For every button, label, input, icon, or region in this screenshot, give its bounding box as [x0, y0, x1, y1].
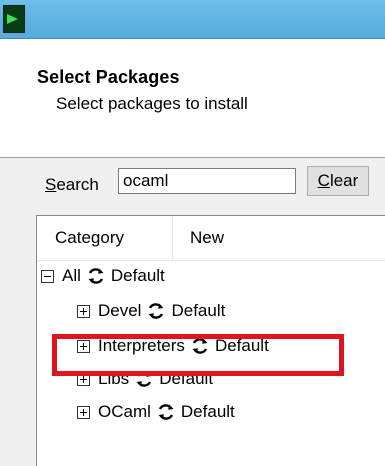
package-selection-area: Search Clear Category New All Default De… [0, 158, 385, 466]
terminal-icon [3, 5, 25, 33]
window-titlebar [0, 0, 385, 39]
search-label: Search [45, 175, 99, 195]
expand-icon[interactable] [77, 405, 90, 419]
clear-button-mnemonic: C [317, 171, 330, 190]
category-name: OCaml [98, 402, 151, 421]
cycle-arrows-icon[interactable] [157, 403, 175, 421]
search-input[interactable] [118, 168, 296, 194]
wizard-header: Select Packages Select packages to insta… [0, 39, 385, 157]
cycle-arrows-icon[interactable] [147, 302, 165, 320]
column-header-new[interactable]: New [173, 216, 293, 260]
clear-button-text: lear [329, 171, 359, 190]
action-label[interactable]: Default [181, 402, 235, 422]
tree-row-devel[interactable]: Devel Default [77, 294, 225, 328]
tree-row-all[interactable]: All Default [41, 259, 165, 293]
search-label-text: earch [56, 175, 99, 194]
column-header-category[interactable]: Category [37, 216, 173, 260]
search-label-mnemonic: S [45, 175, 57, 194]
category-name: Devel [98, 301, 142, 320]
column-header-bar: Category New [37, 216, 385, 261]
clear-button[interactable]: Clear [307, 166, 369, 196]
category-name: All [62, 266, 81, 285]
page-subtitle: Select packages to install [56, 94, 248, 113]
cycle-arrows-icon[interactable] [87, 267, 105, 285]
highlight-annotation [52, 334, 344, 376]
collapse-icon[interactable] [41, 269, 54, 283]
page-title: Select Packages [37, 67, 180, 87]
action-label[interactable]: Default [171, 301, 225, 321]
tree-row-ocaml[interactable]: OCaml Default [77, 395, 235, 429]
action-label[interactable]: Default [111, 266, 165, 286]
expand-icon[interactable] [77, 304, 90, 318]
